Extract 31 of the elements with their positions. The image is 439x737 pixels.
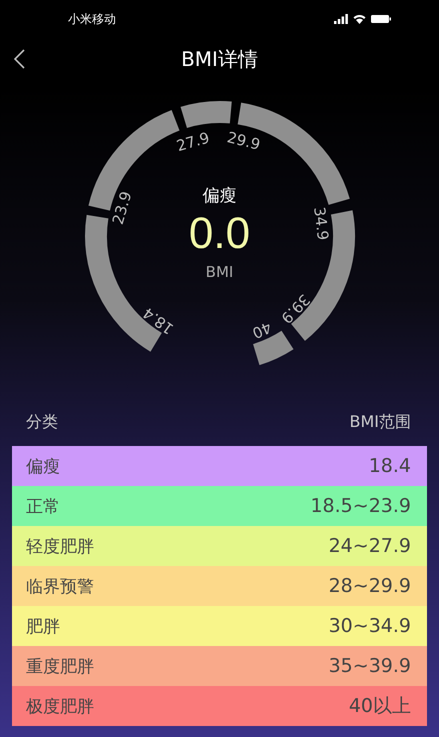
- category-cell-text: 极度肥胖: [26, 696, 94, 718]
- battery-icon: [371, 14, 391, 24]
- carrier-name: 小米移动: [68, 10, 116, 28]
- category-cell-text: 轻度肥胖: [26, 536, 94, 558]
- page-title: BMI详情: [181, 46, 258, 72]
- bmi-category: 偏瘦: [202, 185, 236, 207]
- category-cell-text: 肥胖: [26, 616, 60, 638]
- signal-icon: [334, 14, 348, 24]
- back-icon[interactable]: [14, 49, 25, 69]
- range-cell: 18.4: [368, 455, 411, 477]
- gauge-label: 23.9: [108, 189, 135, 226]
- range-cell: 28~29.9: [328, 575, 411, 597]
- category-cell-text: 临界预警: [26, 576, 94, 598]
- range-cell-text: 40以上: [348, 694, 411, 719]
- bmi-unit: BMI: [206, 263, 234, 281]
- bmi-value: 0.0: [188, 208, 250, 260]
- column-header: 分类: [26, 412, 58, 432]
- category-cell-text: 偏瘦: [26, 456, 60, 478]
- gauge-label: 27.9: [174, 128, 212, 156]
- category-cell-text: 重度肥胖: [26, 656, 94, 678]
- range-cell: 35~39.9: [328, 655, 411, 677]
- gauge-label: 40: [248, 318, 274, 342]
- gauge-label: 34.9: [310, 206, 332, 242]
- range-cell: 24~27.9: [328, 535, 411, 557]
- range-cell: 18.5~23.9: [310, 495, 411, 517]
- range-cell: 30~34.9: [328, 615, 411, 637]
- gauge-label: 18.4: [139, 304, 177, 338]
- category-cell-text: 正常: [26, 496, 60, 518]
- gauge-label: 29.9: [224, 128, 262, 154]
- column-header: BMI范围: [350, 412, 411, 432]
- wifi-icon: [353, 14, 366, 24]
